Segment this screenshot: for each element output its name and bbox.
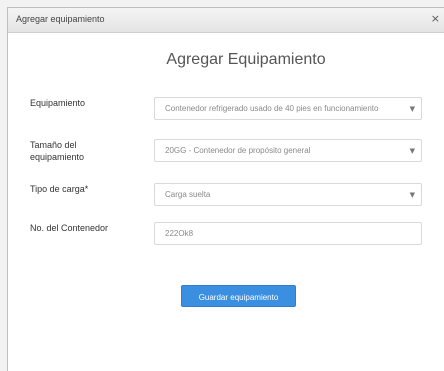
tamano-select-value: 20GG - Contenedor de propósito general (165, 146, 311, 155)
tamano-label: Tamaño del equipamiento (30, 140, 85, 162)
tamano-select[interactable]: 20GG - Contenedor de propósito general ▼ (154, 139, 422, 162)
equipamiento-label: Equipamiento (30, 98, 86, 108)
contenedor-input[interactable] (165, 229, 403, 238)
dialog-titlebar: Agregar equipamiento × (8, 8, 444, 33)
dialog-heading: Agregar Equipamiento (166, 51, 326, 68)
equipamiento-select[interactable]: Contenedor refrigerado usado de 40 pies … (154, 97, 422, 120)
contenedor-field[interactable] (154, 222, 422, 245)
chevron-down-icon: ▼ (409, 105, 415, 113)
dialog-window: Agregar equipamiento × Agregar Equipamie… (7, 7, 444, 371)
tipo-carga-select[interactable]: Carga suelta ▼ (154, 183, 422, 206)
close-icon[interactable]: × (431, 12, 440, 26)
contenedor-label: No. del Contenedor (30, 223, 109, 233)
chevron-down-icon: ▼ (409, 147, 415, 155)
chevron-down-icon: ▼ (409, 191, 415, 199)
tipo-carga-select-value: Carga suelta (165, 190, 211, 199)
save-equipment-button[interactable]: Guardar equipamiento (181, 285, 296, 307)
equipamiento-select-value: Contenedor refrigerado usado de 40 pies … (165, 104, 379, 113)
tipo-carga-label: Tipo de carga* (30, 184, 89, 194)
dialog-title: Agregar equipamiento (16, 14, 105, 24)
